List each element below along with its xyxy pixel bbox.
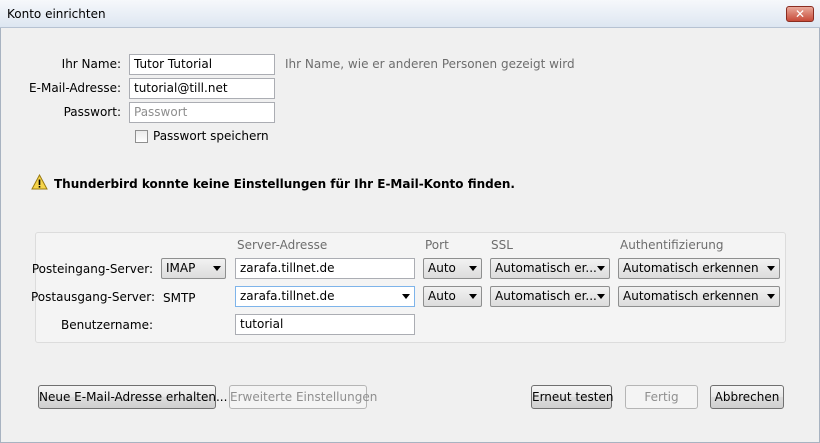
auth-header: Authentifizierung	[620, 238, 724, 252]
outgoing-auth-value: Automatisch erkennen	[623, 289, 759, 303]
server-address-header: Server-Adresse	[237, 238, 328, 252]
email-input[interactable]: tutorial@till.net	[129, 78, 275, 99]
cancel-button[interactable]: Abbrechen	[710, 385, 784, 409]
retest-button[interactable]: Erneut testen	[531, 385, 613, 409]
close-icon: ✕	[794, 7, 806, 21]
window-title: Konto einrichten	[7, 7, 106, 21]
chevron-down-icon	[597, 266, 605, 271]
incoming-ssl-value: Automatisch er...	[495, 261, 597, 275]
outgoing-ssl-value: Automatisch er...	[495, 289, 597, 303]
outgoing-server-combobox[interactable]: zarafa.tillnet.de	[235, 286, 415, 307]
chevron-down-icon	[767, 294, 775, 299]
incoming-server-label: Posteingang-Server:	[31, 262, 153, 276]
password-input[interactable]: Passwort	[129, 102, 275, 123]
name-label: Ihr Name:	[61, 57, 121, 71]
warning-icon	[31, 174, 48, 190]
close-button[interactable]: ✕	[786, 6, 814, 22]
remember-password-checkbox[interactable]	[135, 130, 148, 143]
done-button[interactable]: Fertig	[625, 385, 698, 409]
chevron-down-icon[interactable]	[402, 294, 410, 299]
incoming-auth-value: Automatisch erkennen	[623, 261, 759, 275]
email-label: E-Mail-Adresse:	[29, 81, 121, 95]
incoming-auth-select[interactable]: Automatisch erkennen	[618, 258, 780, 279]
password-label: Passwort:	[63, 105, 121, 119]
advanced-settings-button[interactable]: Erweiterte Einstellungen	[229, 385, 377, 409]
chevron-down-icon	[469, 266, 477, 271]
name-input[interactable]: Tutor Tutorial	[129, 54, 275, 75]
title-bar: Konto einrichten ✕	[0, 0, 820, 28]
ssl-header: SSL	[491, 238, 513, 252]
remember-password-label: Passwort speichern	[153, 129, 269, 143]
incoming-ssl-select[interactable]: Automatisch er...	[490, 258, 610, 279]
incoming-server-input[interactable]: zarafa.tillnet.de	[235, 258, 415, 279]
outgoing-protocol: SMTP	[163, 291, 196, 305]
incoming-protocol-select[interactable]: IMAP	[161, 258, 226, 279]
username-input[interactable]: tutorial	[235, 314, 415, 335]
name-hint: Ihr Name, wie er anderen Personen gezeig…	[285, 57, 575, 71]
port-header: Port	[425, 238, 449, 252]
outgoing-ssl-select[interactable]: Automatisch er...	[490, 286, 610, 307]
outgoing-auth-select[interactable]: Automatisch erkennen	[618, 286, 780, 307]
incoming-port-select[interactable]: Auto	[423, 258, 482, 279]
chevron-down-icon	[469, 294, 477, 299]
outgoing-server-label: Postausgang-Server:	[31, 290, 156, 304]
dialog-body: Ihr Name: Tutor Tutorial Ihr Name, wie e…	[0, 28, 820, 443]
chevron-down-icon	[767, 266, 775, 271]
outgoing-server-value: zarafa.tillnet.de	[240, 289, 335, 303]
username-label: Benutzername:	[60, 318, 153, 332]
chevron-down-icon	[597, 294, 605, 299]
chevron-down-icon	[213, 266, 221, 271]
warning-text: Thunderbird konnte keine Einstellungen f…	[54, 177, 515, 191]
new-email-address-button[interactable]: Neue E-Mail-Adresse erhalten...	[38, 385, 227, 409]
outgoing-port-select[interactable]: Auto	[423, 286, 482, 307]
